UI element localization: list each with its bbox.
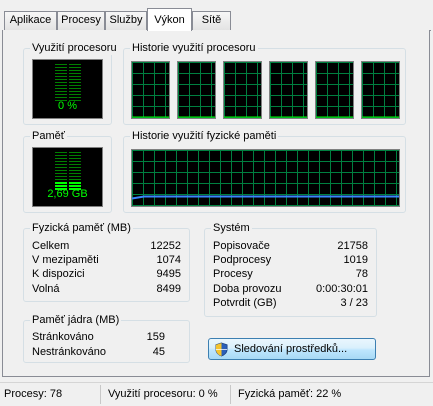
stat-label: V mezipaměti <box>32 254 99 266</box>
cpu-core-graph <box>177 61 216 119</box>
cpu-core-plot <box>224 116 261 118</box>
kernel-memory-row-paged: Stránkováno 159 <box>32 331 165 344</box>
system-group: Systém Popisovače 21758 Podprocesy 1019 … <box>204 221 377 317</box>
stat-label: Nestránkováno <box>32 346 106 358</box>
cpu-core-plot <box>132 116 169 118</box>
status-separator <box>230 385 231 404</box>
memory-title: Paměť <box>30 129 67 143</box>
stat-label: Stránkováno <box>32 331 94 343</box>
cpu-usage-group: Využití procesoru 0 % <box>23 41 119 125</box>
memory-meter-bars <box>54 152 81 190</box>
cpu-core-graph <box>315 61 354 119</box>
tab-performance[interactable]: Výkon <box>147 8 192 31</box>
shield-icon <box>215 342 228 357</box>
physical-memory-row-available: K dispozici 9495 <box>32 268 181 281</box>
system-row-commit: Potvrdit (GB) 3 / 23 <box>213 297 368 310</box>
cpu-core-plot <box>270 116 307 118</box>
stat-label: Podprocesy <box>213 254 272 266</box>
status-processes: Procesy: 78 <box>4 388 63 400</box>
physical-memory-title: Fyzická paměť (MB) <box>30 221 133 235</box>
stat-value: 8499 <box>156 283 181 295</box>
stat-label: Celkem <box>32 240 70 252</box>
tab-services[interactable]: Služby <box>105 11 147 30</box>
system-row-handles: Popisovače 21758 <box>213 240 368 253</box>
kernel-memory-title: Paměť jádra (MB) <box>30 313 122 327</box>
tab-applications[interactable]: Aplikace <box>4 11 57 30</box>
physical-memory-row-cached: V mezipaměti 1074 <box>32 254 181 267</box>
tab-bar: Aplikace Procesy Služby Výkon Sítě <box>0 0 433 31</box>
memory-meter: 2,69 GB <box>32 147 103 207</box>
physical-memory-row-free: Volná 8499 <box>32 283 181 296</box>
kernel-memory-group: Paměť jádra (MB) Stránkováno 159 Nestrán… <box>23 313 190 363</box>
cpu-usage-value: 0 % <box>58 100 77 112</box>
cpu-core-plot <box>362 116 399 118</box>
stat-value: 0:00:30:01 <box>316 283 368 295</box>
system-row-processes: Procesy 78 <box>213 268 368 281</box>
memory-group: Paměť 2,69 GB <box>23 129 112 213</box>
stat-value: 1019 <box>343 254 368 266</box>
cpu-core-plot <box>178 116 215 118</box>
status-bar: Procesy: 78 Využití procesoru: 0 % Fyzic… <box>0 382 433 406</box>
tab-networking[interactable]: Sítě <box>192 11 231 30</box>
cpu-core-graph <box>361 61 400 119</box>
physical-memory-row-total: Celkem 12252 <box>32 240 181 253</box>
cpu-meter-bar-left <box>54 64 67 102</box>
system-row-uptime: Doba provozu 0:00:30:01 <box>213 283 368 296</box>
stat-label: K dispozici <box>32 268 85 280</box>
status-cpu: Využití procesoru: 0 % <box>108 388 218 400</box>
kernel-memory-row-nonpaged: Nestránkováno 45 <box>32 346 165 359</box>
status-separator <box>100 385 101 404</box>
cpu-usage-meter: 0 % <box>32 59 103 119</box>
system-row-threads: Podprocesy 1019 <box>213 254 368 267</box>
performance-panel: Využití procesoru 0 % Historie využití p… <box>2 30 430 377</box>
physical-memory-group: Fyzická paměť (MB) Celkem 12252 V mezipa… <box>23 221 190 302</box>
stat-value: 12252 <box>150 240 181 252</box>
system-title: Systém <box>211 221 252 235</box>
cpu-history-group: Historie využití procesoru <box>123 41 406 125</box>
memory-history-line <box>132 195 399 200</box>
stat-value: 21758 <box>337 240 368 252</box>
stat-label: Popisovače <box>213 240 270 252</box>
stat-label: Procesy <box>213 268 253 280</box>
stat-value: 3 / 23 <box>340 297 368 309</box>
memory-history-title: Historie využití fyzické paměti <box>130 129 279 143</box>
stat-value: 78 <box>355 268 368 280</box>
stat-label: Volná <box>32 283 60 295</box>
cpu-meter-bars <box>54 64 81 102</box>
cpu-usage-title: Využití procesoru <box>30 41 119 55</box>
memory-history-group: Historie využití fyzické paměti <box>123 129 406 213</box>
cpu-history-title: Historie využití procesoru <box>130 41 258 55</box>
stat-value: 9495 <box>156 268 181 280</box>
cpu-core-graph <box>131 61 170 119</box>
tab-processes[interactable]: Procesy <box>57 11 105 30</box>
cpu-core-plot <box>316 116 353 118</box>
status-memory: Fyzická paměť: 22 % <box>238 388 342 400</box>
memory-history-graph <box>131 149 400 207</box>
stat-label: Potvrdit (GB) <box>213 297 277 309</box>
memory-meter-bar-right <box>68 152 81 190</box>
stat-value: 45 <box>152 346 165 358</box>
cpu-meter-bar-right <box>68 64 81 102</box>
memory-meter-bar-left <box>54 152 67 190</box>
stat-value: 1074 <box>156 254 181 266</box>
cpu-core-graph <box>269 61 308 119</box>
memory-history-plot <box>132 195 399 200</box>
resource-monitor-button[interactable]: Sledování prostředků... <box>208 338 376 360</box>
cpu-core-graph <box>223 61 262 119</box>
memory-value: 2,69 GB <box>47 188 88 200</box>
stat-label: Doba provozu <box>213 283 282 295</box>
stat-value: 159 <box>146 331 165 343</box>
resource-monitor-label: Sledování prostředků... <box>234 343 348 355</box>
